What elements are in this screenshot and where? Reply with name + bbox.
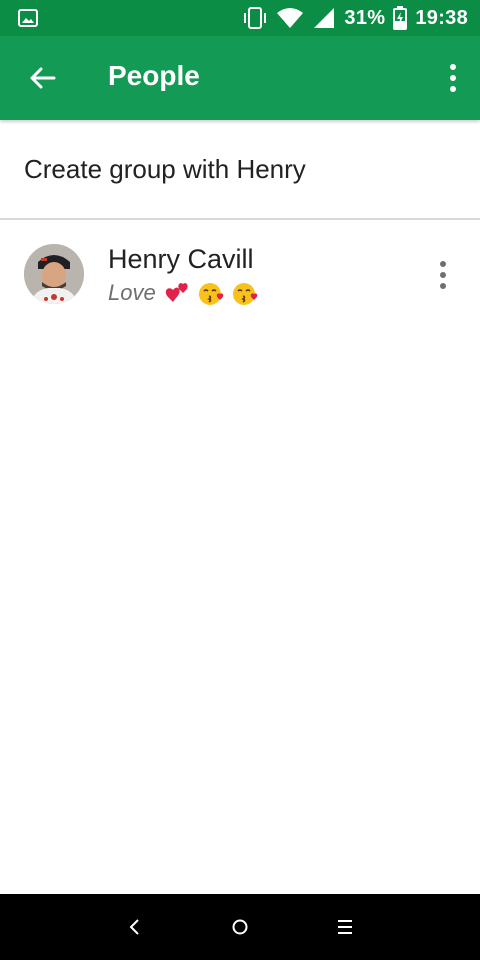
signal-icon bbox=[314, 8, 335, 28]
vibrate-icon bbox=[244, 7, 267, 29]
person-status: Love bbox=[108, 280, 258, 306]
avatar bbox=[24, 244, 84, 304]
battery-percent: 31% bbox=[344, 6, 386, 29]
battery-charging-icon bbox=[393, 6, 408, 30]
clock: 19:38 bbox=[415, 6, 468, 29]
create-group-label: Create group with Henry bbox=[24, 154, 306, 184]
image-icon bbox=[18, 9, 38, 27]
page-title: People bbox=[108, 60, 200, 91]
status-left bbox=[18, 8, 38, 33]
status-right: 31% 19:38 bbox=[242, 6, 468, 30]
kissing-face-emoji bbox=[232, 283, 257, 305]
nav-back-icon[interactable] bbox=[120, 912, 150, 942]
more-vert-icon[interactable] bbox=[446, 62, 460, 94]
more-vert-icon[interactable] bbox=[436, 260, 450, 290]
create-group-button[interactable]: Create group with Henry bbox=[0, 120, 480, 220]
arrow-left-icon[interactable] bbox=[26, 62, 58, 94]
navigation-bar bbox=[0, 894, 480, 960]
two-hearts-emoji bbox=[165, 283, 188, 302]
nav-home-icon[interactable] bbox=[225, 912, 255, 942]
wifi-icon bbox=[277, 8, 304, 28]
nav-recents-icon[interactable] bbox=[330, 912, 360, 942]
person-name: Henry Cavill bbox=[108, 244, 254, 274]
app-bar: People bbox=[0, 36, 480, 120]
status-bar: 31% 19:38 bbox=[0, 0, 480, 36]
status-text: Love bbox=[108, 280, 156, 305]
list-item[interactable]: Henry Cavill Love bbox=[0, 220, 480, 324]
kissing-face-emoji bbox=[198, 283, 223, 305]
